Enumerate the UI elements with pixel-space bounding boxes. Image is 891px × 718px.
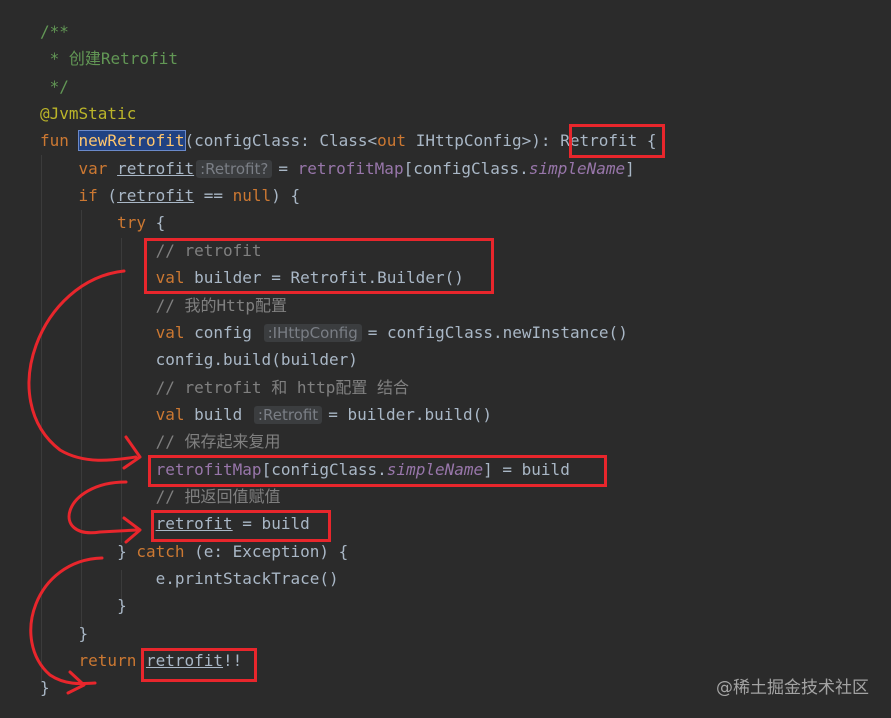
- code-token: @JvmStatic: [40, 104, 137, 124]
- code-token: ) {: [271, 186, 301, 206]
- highlight-box-builder: [144, 238, 494, 294]
- code-token: (e: Exception) {: [184, 541, 349, 561]
- code-token: }: [40, 541, 137, 561]
- code-token: // 把返回值赋值: [40, 486, 281, 506]
- arrow-head: [66, 670, 86, 695]
- code-line[interactable]: @JvmStatic: [40, 100, 136, 127]
- code-line[interactable]: /**: [40, 18, 69, 45]
- code-token: }: [40, 623, 89, 643]
- code-token: ==: [194, 186, 233, 206]
- code-token: (configClass: Class<: [184, 131, 378, 151]
- code-token: build: [194, 404, 252, 424]
- code-token: null: [232, 186, 272, 206]
- highlight-box-retrofit-map: [148, 455, 607, 487]
- code-line[interactable]: val build :Retrofit = builder.build(): [40, 401, 492, 428]
- code-token: retrofit: [117, 186, 195, 206]
- code-token: =: [278, 158, 298, 178]
- code-line[interactable]: // retrofit 和 http配置 结合: [40, 374, 409, 401]
- code-line[interactable]: * 创建Retrofit: [40, 45, 178, 72]
- code-token: var: [78, 158, 118, 178]
- highlight-box-return-type: [569, 124, 665, 158]
- code-token: // retrofit 和 http配置 结合: [40, 377, 409, 397]
- code-line[interactable]: try {: [40, 209, 165, 236]
- code-line[interactable]: }: [40, 592, 127, 619]
- code-token: config.build(builder): [40, 350, 358, 370]
- code-token: = builder.build(): [328, 404, 492, 424]
- code-line[interactable]: e.printStackTrace(): [40, 565, 339, 592]
- code-token: val: [155, 322, 195, 342]
- code-line[interactable]: */: [40, 73, 69, 100]
- code-line[interactable]: if (retrofit == null) {: [40, 182, 301, 209]
- code-token: {: [145, 213, 166, 233]
- type-hint: :IHttpConfig: [263, 323, 362, 342]
- code-line[interactable]: fun newRetrofit(configClass: Class<out I…: [40, 127, 657, 154]
- code-token: out: [377, 131, 407, 151]
- code-token: = configClass.newInstance(): [367, 322, 628, 342]
- highlight-box-assign-retrofit: [151, 510, 331, 542]
- code-line[interactable]: config.build(builder): [40, 346, 358, 373]
- code-token: ]: [625, 158, 635, 178]
- code-token: config: [194, 322, 262, 342]
- code-line[interactable]: }: [40, 674, 50, 701]
- code-token: e.printStackTrace(): [40, 569, 339, 588]
- code-token: return: [78, 651, 146, 671]
- code-token: fun: [40, 131, 79, 151]
- code-token: * 创建Retrofit: [40, 49, 178, 69]
- code-line[interactable]: var retrofit:Retrofit? = retrofitMap[conf…: [40, 155, 635, 182]
- code-token: (: [97, 186, 118, 206]
- code-token: */: [40, 76, 69, 96]
- code-editor[interactable]: /** * 创建Retrofit */ @JvmStatic fun newRetr…: [0, 0, 891, 718]
- code-line[interactable]: // 保存起来复用: [40, 428, 281, 455]
- code-token: // 我的Http配置: [40, 295, 288, 315]
- highlight-box-return: [141, 648, 257, 682]
- code-line[interactable]: // 我的Http配置: [40, 292, 287, 319]
- code-line[interactable]: }: [40, 620, 89, 647]
- code-token: retrofitMap: [297, 158, 404, 178]
- code-token: // 保存起来复用: [40, 432, 281, 452]
- type-hint: :Retrofit?: [196, 159, 273, 178]
- watermark: @稀土掘金技术社区: [716, 678, 869, 698]
- code-token: if: [78, 186, 98, 206]
- code-token: val: [155, 404, 195, 424]
- code-token: retrofit: [117, 158, 195, 178]
- code-token: try: [117, 213, 146, 233]
- code-token: catch: [136, 541, 185, 561]
- code-token: simpleName: [528, 158, 626, 178]
- type-hint: :Retrofit: [253, 405, 323, 424]
- code-token: }: [40, 678, 50, 698]
- code-token: newRetrofit: [77, 130, 186, 152]
- code-token: }: [40, 596, 127, 616]
- code-token: /**: [40, 22, 69, 41]
- code-line[interactable]: val config :IHttpConfig = configClass.new…: [40, 319, 628, 346]
- code-token: [configClass.: [403, 158, 529, 178]
